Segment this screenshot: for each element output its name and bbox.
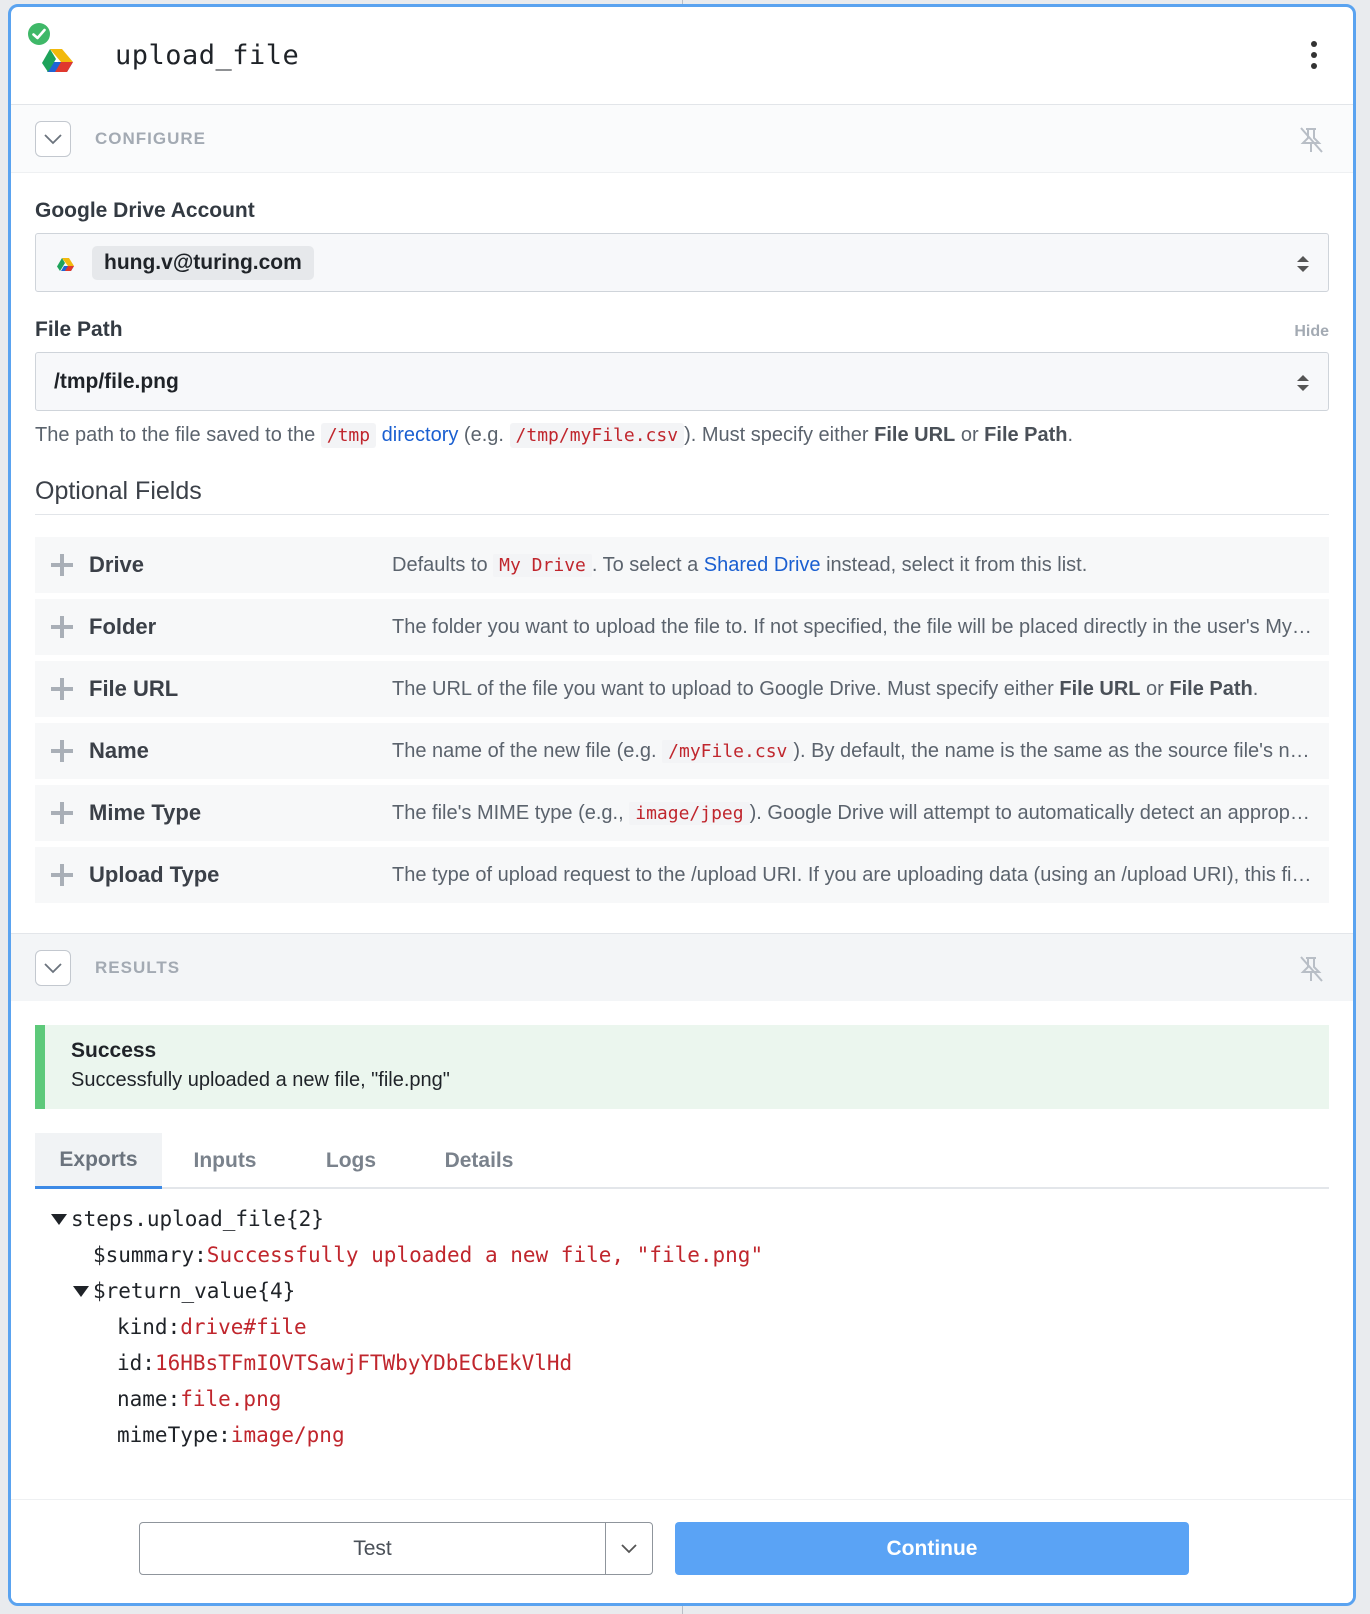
unpin-icon[interactable] xyxy=(1297,125,1325,155)
configure-section-header[interactable]: CONFIGURE xyxy=(11,105,1353,173)
select-arrows-icon xyxy=(1297,256,1309,272)
file-path-help: The path to the file saved to the /tmp d… xyxy=(35,423,1074,448)
step-footer: Test Continue xyxy=(11,1499,1353,1603)
optional-field-name[interactable]: Name The name of the new file (e.g. /myF… xyxy=(35,723,1329,779)
plus-icon xyxy=(51,554,73,576)
plus-icon xyxy=(51,740,73,762)
caret-down-icon[interactable] xyxy=(51,1213,67,1225)
optional-fields-list: Drive Defaults to My Drive. To select a … xyxy=(35,537,1329,903)
hide-link[interactable]: Hide xyxy=(1294,323,1329,341)
tree-row-summary: $summary: Successfully uploaded a new fi… xyxy=(93,1243,764,1267)
test-button-group: Test xyxy=(139,1522,653,1575)
test-button[interactable]: Test xyxy=(140,1523,606,1574)
success-message: Successfully uploaded a new file, "file.… xyxy=(71,1069,450,1091)
file-path-value: /tmp/file.png xyxy=(54,369,179,393)
results-body: Success Successfully uploaded a new file… xyxy=(11,1001,1353,1453)
tree-row-kind: kind: drive#file xyxy=(117,1315,307,1339)
google-drive-icon xyxy=(28,22,81,80)
file-path-field-label: File Path Hide xyxy=(35,318,1329,341)
tree-node-return-value[interactable]: $return_value {4} xyxy=(35,1273,1329,1309)
optional-field-upload-type[interactable]: Upload Type The type of upload request t… xyxy=(35,847,1329,903)
chevron-down-icon xyxy=(44,962,62,973)
check-circle-icon xyxy=(28,22,50,45)
file-path-input[interactable]: /tmp/file.png xyxy=(35,352,1329,411)
configure-body: Google Drive Account hung.v@turing.com F… xyxy=(11,173,1353,933)
plus-icon xyxy=(51,802,73,824)
success-banner: Success Successfully uploaded a new file… xyxy=(35,1025,1329,1109)
exports-tree: steps.upload_file {2} $summary: Successf… xyxy=(35,1189,1329,1453)
optional-field-drive[interactable]: Drive Defaults to My Drive. To select a … xyxy=(35,537,1329,593)
unpin-icon[interactable] xyxy=(1297,954,1325,984)
account-chip: hung.v@turing.com xyxy=(92,245,314,280)
tab-logs[interactable]: Logs xyxy=(288,1133,414,1189)
continue-button[interactable]: Continue xyxy=(675,1522,1189,1575)
directory-link[interactable]: directory xyxy=(382,424,459,446)
connector-line-bottom xyxy=(682,1606,683,1614)
results-label: RESULTS xyxy=(95,957,181,977)
optional-field-mime-type[interactable]: Mime Type The file's MIME type (e.g., im… xyxy=(35,785,1329,841)
shared-drive-link[interactable]: Shared Drive xyxy=(704,554,821,576)
google-drive-icon xyxy=(57,257,74,271)
success-title: Success xyxy=(71,1039,157,1062)
tree-node-steps[interactable]: steps.upload_file {2} xyxy=(35,1201,1329,1237)
tab-exports[interactable]: Exports xyxy=(35,1133,162,1189)
step-title: upload_file xyxy=(115,40,300,71)
results-section-header[interactable]: RESULTS xyxy=(11,933,1353,1001)
select-arrows-icon xyxy=(1297,375,1309,391)
chevron-down-icon xyxy=(44,133,62,144)
caret-down-icon[interactable] xyxy=(73,1285,89,1297)
optional-field-file-url[interactable]: File URL The URL of the file you want to… xyxy=(35,661,1329,717)
step-card: upload_file CONFIGURE Google Drive Accou… xyxy=(8,4,1356,1606)
optional-field-folder[interactable]: Folder The folder you want to upload the… xyxy=(35,599,1329,655)
plus-icon xyxy=(51,616,73,638)
optional-fields-title: Optional Fields xyxy=(35,477,1329,515)
configure-label: CONFIGURE xyxy=(95,128,206,148)
tab-details[interactable]: Details xyxy=(414,1133,544,1189)
step-header: upload_file xyxy=(11,7,1353,105)
tree-row-id: id: 16HBsTFmIOVTSawjFTWbyYDbECbEkVlHd xyxy=(117,1351,573,1375)
tab-inputs[interactable]: Inputs xyxy=(162,1133,288,1189)
kebab-menu-icon[interactable] xyxy=(1311,41,1317,69)
tree-row-mime-type: mimeType: image/png xyxy=(117,1423,345,1447)
plus-icon xyxy=(51,864,73,886)
test-options-button[interactable] xyxy=(606,1523,652,1574)
results-tabs: Exports Inputs Logs Details xyxy=(35,1133,1329,1189)
account-select[interactable]: hung.v@turing.com xyxy=(35,233,1329,292)
account-field-label: Google Drive Account xyxy=(35,199,255,222)
results-collapse-toggle[interactable] xyxy=(35,949,71,986)
tree-row-name: name: file.png xyxy=(117,1387,282,1411)
plus-icon xyxy=(51,678,73,700)
chevron-down-icon xyxy=(621,1544,637,1554)
configure-collapse-toggle[interactable] xyxy=(35,120,71,157)
